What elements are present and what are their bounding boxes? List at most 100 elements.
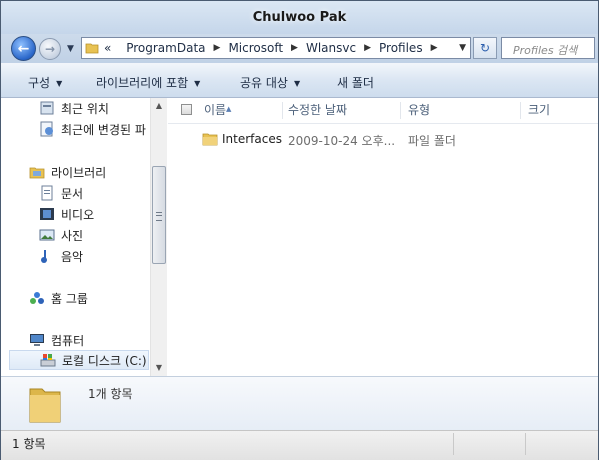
breadcrumb-separator-icon[interactable]: ▶: [291, 43, 298, 57]
column-size[interactable]: 크기: [528, 98, 588, 123]
nav-computer[interactable]: 컴퓨터: [29, 330, 84, 350]
address-dropdown-icon[interactable]: ▼: [459, 43, 466, 53]
search-placeholder: Profiles 검색: [513, 44, 578, 57]
navigation-pane: 최근 위치 최근에 변경된 파 라이브러리 문서 비디오 사진 음악 홈 그룹 …: [1, 98, 150, 376]
grip-icon: [156, 212, 162, 221]
library-icon: [29, 167, 45, 179]
nav-label: 최근 위치: [61, 101, 109, 116]
drive-icon: [40, 354, 56, 367]
column-divider[interactable]: [282, 102, 283, 119]
new-folder-label: 새 폴더: [337, 76, 374, 90]
new-folder-button[interactable]: 새 폴더: [337, 74, 374, 91]
chevron-down-icon: ▼: [56, 79, 63, 88]
nav-homegroup[interactable]: 홈 그룹: [29, 288, 88, 308]
folder-large-icon: [29, 388, 61, 423]
arrow-left-icon: ←: [17, 40, 30, 57]
nav-label: 비디오: [61, 207, 95, 222]
include-in-library-menu[interactable]: 라이브러리에 포함 ▼: [96, 74, 200, 91]
recent-pages-dropdown[interactable]: ▼: [67, 44, 74, 54]
select-all-checkbox[interactable]: [181, 104, 192, 115]
scroll-thumb[interactable]: [152, 166, 166, 264]
recent-changes-icon: [40, 121, 53, 137]
organize-label: 구성: [28, 76, 51, 90]
nav-label: 컴퓨터: [51, 333, 85, 348]
column-date-modified[interactable]: 수정한 날짜: [288, 98, 401, 123]
nav-documents[interactable]: 문서: [39, 183, 83, 203]
videos-icon: [40, 208, 54, 220]
breadcrumb-wlansvc[interactable]: Wlansvc: [306, 41, 356, 55]
nav-recent-places[interactable]: 최근 위치: [39, 98, 109, 118]
nav-label: 홈 그룹: [51, 291, 88, 306]
item-count: 1개 항목: [88, 387, 133, 401]
include-in-library-label: 라이브러리에 포함: [96, 76, 189, 90]
scroll-down-icon[interactable]: ▼: [151, 360, 167, 376]
pictures-icon: [39, 229, 55, 241]
recent-places-icon: [40, 101, 54, 115]
details-pane: 1개 항목: [1, 376, 598, 431]
nav-label: 로컬 디스크 (C:): [62, 353, 147, 368]
homegroup-icon: [30, 292, 44, 304]
column-divider[interactable]: [400, 102, 401, 119]
nav-label: 최근에 변경된 파: [61, 122, 146, 137]
refresh-icon: ↻: [479, 41, 491, 55]
column-type[interactable]: 유형: [408, 98, 521, 123]
breadcrumb-programdata[interactable]: ProgramData: [126, 41, 205, 55]
breadcrumb-separator-icon[interactable]: ▶: [431, 43, 438, 57]
navigation-bar: ← → ▼ « ProgramData ▶ Microsoft ▶ Wlansv…: [1, 34, 598, 63]
breadcrumb-microsoft[interactable]: Microsoft: [228, 41, 283, 55]
back-button[interactable]: ←: [11, 36, 36, 61]
status-text: 1 항목: [12, 437, 46, 451]
file-date: 2009-10-24 오후...: [288, 134, 396, 148]
column-headers: 이름 ▲ 수정한 날짜 유형 크기: [168, 98, 598, 124]
breadcrumb-overflow[interactable]: «: [104, 41, 111, 55]
window-title: Chulwoo Pak: [252, 10, 347, 25]
navigation-scrollbar[interactable]: ▲ ▼: [150, 98, 167, 376]
content-area: 최근 위치 최근에 변경된 파 라이브러리 문서 비디오 사진 음악 홈 그룹 …: [1, 98, 598, 376]
explorer-window: Chulwoo Pak ← → ▼ « ProgramData ▶ Micros…: [0, 0, 599, 460]
status-divider: [525, 433, 526, 455]
refresh-button[interactable]: ↻: [473, 37, 497, 59]
nav-music[interactable]: 음악: [39, 246, 83, 266]
forward-button[interactable]: →: [39, 38, 61, 60]
organize-menu[interactable]: 구성 ▼: [28, 74, 62, 91]
breadcrumb: « ProgramData ▶ Microsoft ▶ Wlansvc ▶ Pr…: [104, 41, 446, 55]
nav-pictures[interactable]: 사진: [39, 225, 83, 245]
share-with-menu[interactable]: 공유 대상 ▼: [240, 74, 300, 91]
computer-icon: [30, 334, 44, 346]
nav-videos[interactable]: 비디오: [39, 204, 94, 224]
breadcrumb-separator-icon[interactable]: ▶: [214, 43, 221, 57]
command-bar: 구성 ▼ 라이브러리에 포함 ▼ 공유 대상 ▼ 새 폴더: [1, 63, 598, 98]
arrow-right-icon: →: [44, 42, 56, 56]
chevron-down-icon: ▼: [293, 79, 301, 88]
documents-icon: [41, 185, 53, 201]
search-box[interactable]: Profiles 검색: [501, 37, 595, 59]
nav-libraries[interactable]: 라이브러리: [29, 162, 106, 182]
scroll-up-icon[interactable]: ▲: [151, 98, 167, 114]
folder-icon: [85, 43, 99, 54]
status-divider: [453, 433, 454, 455]
column-name-label: 이름: [204, 103, 227, 117]
nav-recently-changed[interactable]: 최근에 변경된 파: [39, 119, 146, 139]
breadcrumb-separator-icon[interactable]: ▶: [364, 43, 371, 57]
file-list-pane: 이름 ▲ 수정한 날짜 유형 크기 Interfaces 2009-10-24 …: [168, 98, 598, 376]
column-type-label: 유형: [408, 103, 431, 117]
breadcrumb-profiles[interactable]: Profiles: [379, 41, 423, 55]
status-bar: 1 항목: [1, 430, 598, 460]
address-bar[interactable]: « ProgramData ▶ Microsoft ▶ Wlansvc ▶ Pr…: [81, 37, 471, 59]
nav-label: 라이브러리: [51, 165, 107, 180]
nav-label: 음악: [61, 249, 84, 264]
nav-label: 사진: [61, 228, 84, 243]
nav-local-disk[interactable]: 로컬 디스크 (C:): [9, 350, 149, 370]
column-divider[interactable]: [520, 102, 521, 119]
column-size-label: 크기: [528, 103, 551, 117]
column-name[interactable]: 이름 ▲: [204, 98, 283, 123]
column-date-label: 수정한 날짜: [288, 103, 348, 117]
file-name: Interfaces: [222, 132, 282, 146]
nav-label: 문서: [61, 186, 84, 201]
folder-icon: [202, 133, 218, 146]
file-type: 파일 폴더: [408, 134, 456, 148]
music-icon: [41, 250, 47, 263]
title-bar[interactable]: Chulwoo Pak: [1, 1, 598, 34]
file-row[interactable]: Interfaces 2009-10-24 오후... 파일 폴더: [168, 129, 598, 149]
sort-ascending-icon: ▲: [226, 105, 232, 113]
